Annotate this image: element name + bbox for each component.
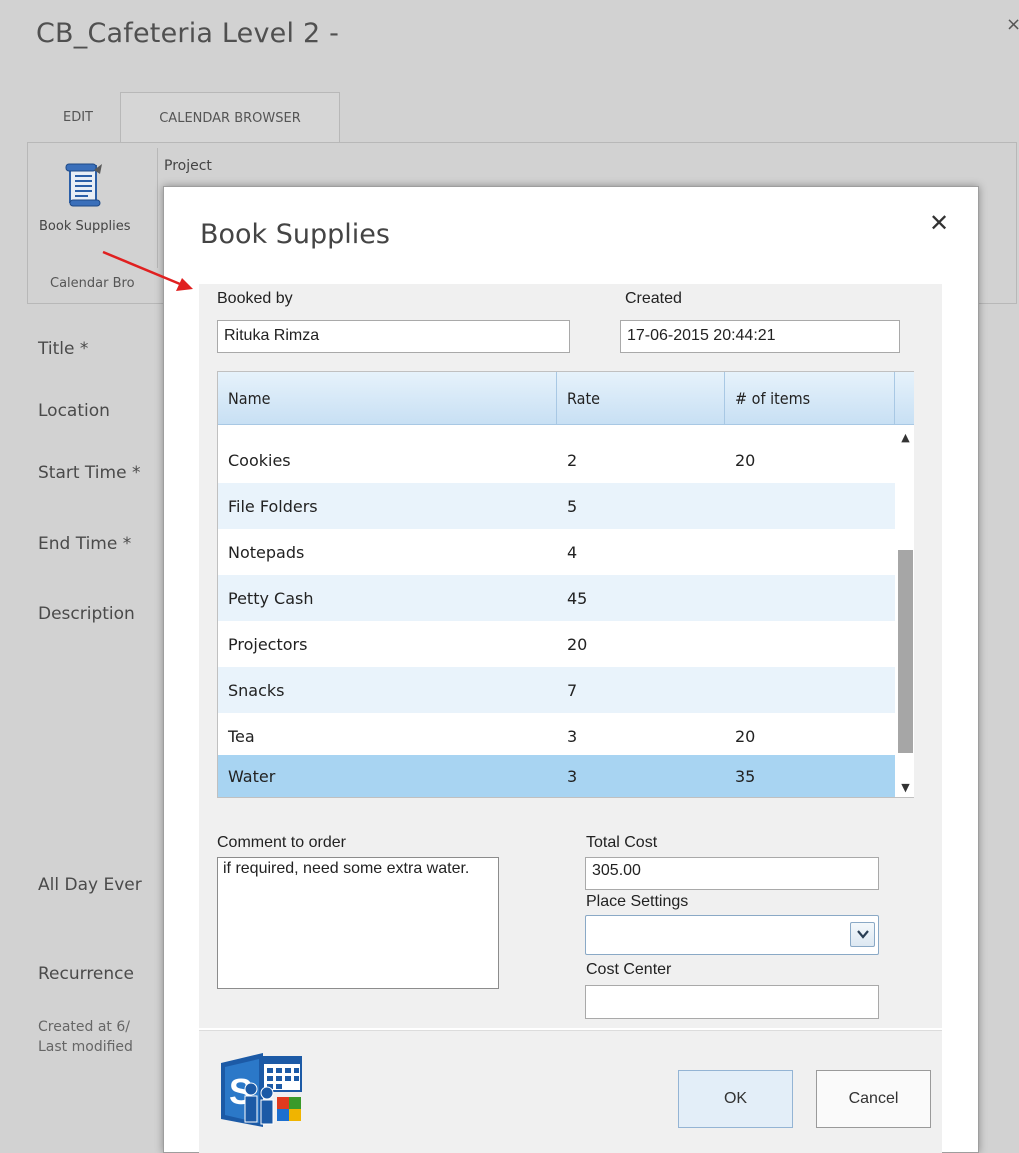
cell-rate: 4 [567,542,578,562]
total-cost-field[interactable]: 305.00 [585,857,879,890]
cell-items[interactable] [725,575,735,621]
cell-items[interactable]: 35 [725,755,755,797]
title-label: Title * [38,339,89,359]
book-supplies-scroll-icon[interactable] [64,162,104,208]
book-supplies-dialog: Book Supplies ✕ Booked by Rituka Rimza C… [163,186,979,1153]
ok-button[interactable]: OK [678,1070,793,1128]
table-row[interactable]: Notepads 4 [218,529,895,575]
comment-label: Comment to order [217,834,346,851]
page-close-icon[interactable]: × [1006,14,1019,35]
last-modified-meta: Last modified [38,1039,133,1055]
scroll-down-icon[interactable]: ▼ [897,781,914,795]
cell-rate: 3 [567,726,578,746]
cell-items[interactable]: 20 [725,713,755,759]
close-icon[interactable]: ✕ [929,211,949,235]
cell-rate: 3 [567,766,578,786]
location-label: Location [38,401,110,421]
cell-items[interactable] [725,621,735,667]
created-label: Created [625,290,682,307]
scroll-up-icon[interactable]: ▲ [897,431,914,445]
table-row[interactable]: Projectors 20 [218,621,895,667]
cost-center-field[interactable] [585,985,879,1019]
start-time-label: Start Time * [38,463,141,483]
column-header-rate[interactable]: Rate [557,372,725,425]
comment-textarea[interactable] [217,857,499,989]
recurrence-label: Recurrence [38,964,134,984]
dialog-footer: S OK Cancel [199,1030,942,1153]
grid-header-corner [895,372,914,425]
scrollbar-thumb[interactable] [898,550,913,753]
cell-name: Notepads [228,542,305,562]
column-header-name[interactable]: Name [218,372,557,425]
created-at-meta: Created at 6/ [38,1019,130,1035]
table-row[interactable]: Tea 3 20 [218,713,895,759]
cell-name: File Folders [228,496,318,516]
cell-rate: 20 [567,634,588,654]
table-row-selected[interactable]: Water 3 35 [218,755,895,797]
cell-rate: 2 [567,450,578,470]
tab-calendar-browser[interactable]: CALENDAR BROWSER [120,92,340,143]
cell-items[interactable]: 20 [725,437,755,483]
cell-items[interactable] [725,483,735,529]
cell-name: Water [228,766,276,786]
column-header-items[interactable]: # of items [725,372,895,425]
all-day-event-label: All Day Ever [38,875,142,895]
dialog-title: Book Supplies [200,219,390,250]
dialog-body: Booked by Rituka Rimza Created 17-06-201… [199,284,942,1028]
table-row[interactable]: File Folders 5 [218,483,895,529]
cell-rate: 7 [567,680,578,700]
place-settings-label: Place Settings [586,893,689,910]
sharepoint-calendar-logo-icon: S [221,1053,302,1127]
table-row[interactable]: Snacks 7 [218,667,895,713]
cell-name: Snacks [228,680,285,700]
booked-by-field[interactable]: Rituka Rimza [217,320,570,353]
booked-by-label: Booked by [217,290,293,307]
page-title: CB_Cafeteria Level 2 - [36,18,340,49]
supplies-grid: Name Rate # of items Cookies 2 20 File F… [217,371,914,798]
cell-items[interactable] [725,529,735,575]
end-time-label: End Time * [38,534,132,554]
book-supplies-button-label[interactable]: Book Supplies [39,219,130,234]
total-cost-label: Total Cost [586,834,658,851]
cell-name: Projectors [228,634,308,654]
cost-center-label: Cost Center [586,961,672,978]
cell-name: Petty Cash [228,588,314,608]
place-settings-select[interactable] [585,915,879,955]
cell-items[interactable] [725,667,735,713]
project-button-label[interactable]: Project [164,158,212,174]
cancel-button[interactable]: Cancel [816,1070,931,1128]
cell-name: Tea [228,726,255,746]
cell-rate: 5 [567,496,578,516]
dropdown-chevron-icon[interactable] [850,922,875,947]
cell-name: Cookies [228,450,291,470]
table-row[interactable]: Petty Cash 45 [218,575,895,621]
cell-rate: 45 [567,588,588,608]
ribbon-group-divider [157,148,158,268]
ribbon-group-label: Calendar Bro [50,276,135,291]
tab-edit[interactable]: EDIT [36,92,120,142]
created-field[interactable]: 17-06-2015 20:44:21 [620,320,900,353]
table-row[interactable]: Cookies 2 20 [218,437,895,483]
grid-vertical-scrollbar[interactable]: ▲ ▼ [897,425,914,797]
grid-header: Name Rate # of items [218,372,895,425]
description-label: Description [38,604,135,624]
